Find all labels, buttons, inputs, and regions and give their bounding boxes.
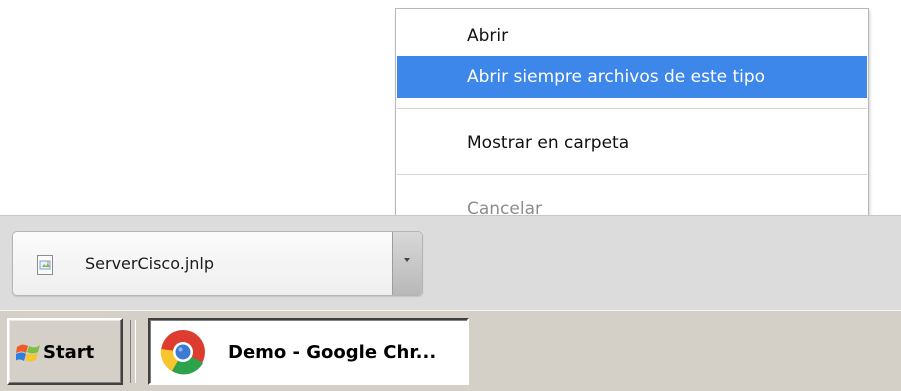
windows-flag-icon — [16, 344, 40, 362]
chevron-down-icon — [404, 258, 410, 262]
taskbar-item-label: Demo - Google Chr... — [228, 342, 437, 363]
jnlp-file-icon — [37, 255, 53, 275]
windows-taskbar: Start Demo - Google Chr... — [0, 310, 901, 391]
chrome-download-context-screen: Abrir Abrir siempre archivos de este tip… — [0, 0, 901, 391]
menu-item-open[interactable]: Abrir — [397, 15, 867, 57]
start-label: Start — [43, 342, 95, 363]
download-context-menu: Abrir Abrir siempre archivos de este tip… — [395, 8, 869, 229]
download-item[interactable]: ServerCisco.jnlp — [12, 231, 423, 296]
download-file-name: ServerCisco.jnlp — [85, 254, 214, 273]
chrome-icon — [160, 330, 205, 375]
taskbar-item-chrome-demo[interactable]: Demo - Google Chr... — [148, 318, 469, 385]
taskbar-separator — [130, 320, 136, 383]
download-menu-button[interactable] — [392, 232, 422, 295]
menu-separator — [397, 108, 867, 109]
jnlp-file-icon-graphic — [39, 260, 51, 270]
start-button[interactable]: Start — [7, 318, 123, 385]
menu-separator — [397, 174, 867, 175]
menu-item-always-open-this-type[interactable]: Abrir siempre archivos de este tipo — [397, 56, 867, 98]
menu-item-show-in-folder[interactable]: Mostrar en carpeta — [397, 122, 867, 164]
download-shelf: ServerCisco.jnlp — [0, 215, 901, 310]
